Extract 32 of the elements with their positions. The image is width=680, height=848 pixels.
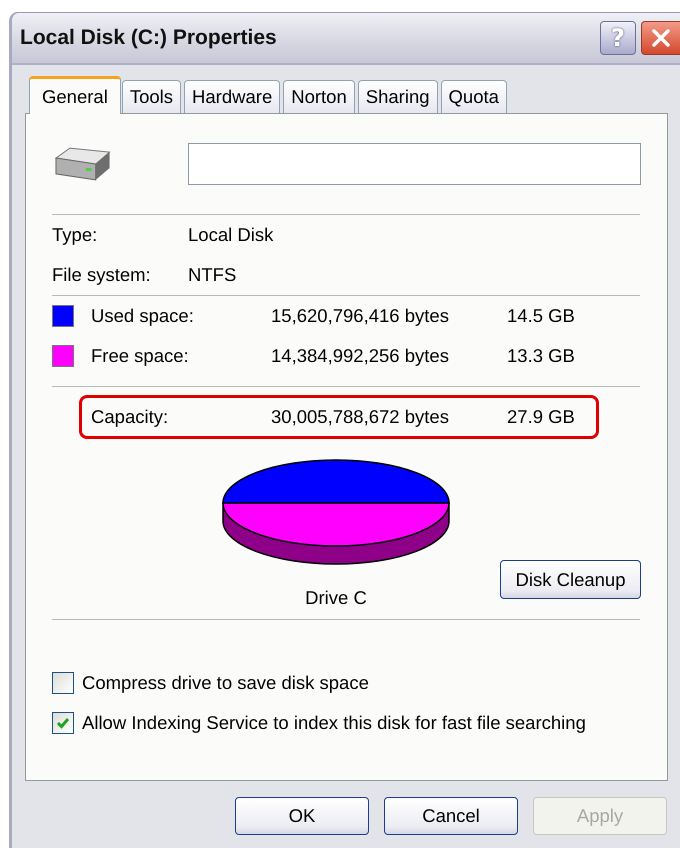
- space-bytes: 14,384,992,256 bytes: [271, 345, 450, 367]
- tab[interactable]: General: [29, 76, 121, 114]
- tab[interactable]: Sharing: [358, 80, 438, 113]
- window-title: Local Disk (C:) Properties: [20, 26, 278, 50]
- capacity-bytes: 30,005,788,672 bytes: [271, 406, 450, 428]
- info-label: File system:: [52, 264, 152, 286]
- tab[interactable]: Norton: [283, 80, 355, 113]
- info-value: Local Disk: [188, 224, 274, 246]
- space-label: Free space:: [91, 345, 190, 367]
- checkbox[interactable]: [52, 672, 74, 694]
- space-bytes: 15,620,796,416 bytes: [271, 305, 450, 327]
- dialog-button[interactable]: OK: [235, 797, 369, 835]
- checkbox-label[interactable]: Compress drive to save disk space: [82, 672, 369, 694]
- tab[interactable]: Hardware: [184, 80, 280, 113]
- space-size: 13.3 GB: [507, 345, 575, 367]
- info-value: NTFS: [188, 264, 236, 286]
- drive-label: Drive C: [305, 587, 367, 609]
- close-icon[interactable]: [650, 27, 672, 49]
- close-button[interactable]: [641, 21, 680, 55]
- tab[interactable]: Tools: [122, 80, 182, 113]
- space-label: Used space:: [91, 305, 195, 327]
- space-size: 14.5 GB: [507, 305, 575, 327]
- dialog-button[interactable]: Cancel: [384, 797, 518, 835]
- disk-cleanup-button[interactable]: Disk Cleanup: [500, 560, 641, 599]
- capacity-label: Capacity:: [91, 406, 170, 428]
- capacity-size: 27.9 GB: [507, 406, 575, 428]
- checkmark-icon: [55, 715, 71, 731]
- drive-name-field[interactable]: [188, 143, 641, 185]
- tab[interactable]: Quota: [440, 80, 507, 113]
- checkbox-label[interactable]: Allow Indexing Service to index this disk for fast file searching: [82, 712, 586, 734]
- checkbox[interactable]: [52, 712, 74, 734]
- info-label: Type:: [52, 224, 98, 246]
